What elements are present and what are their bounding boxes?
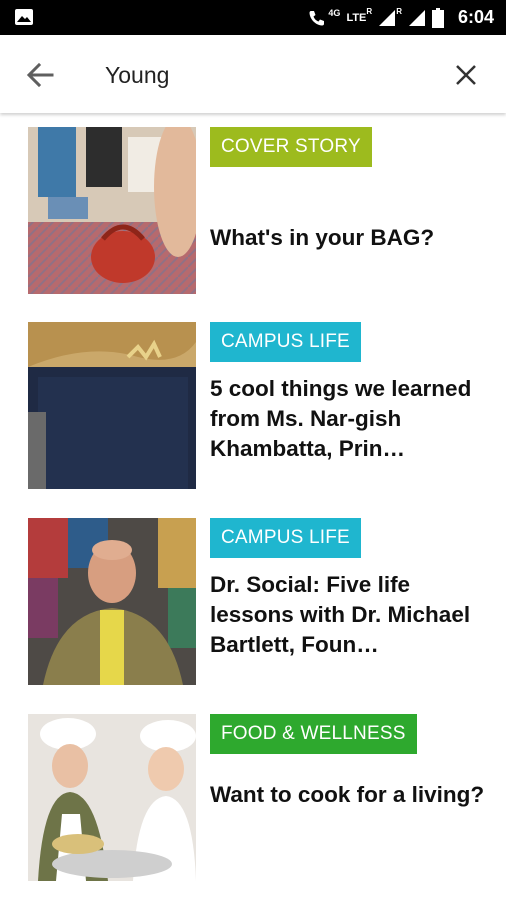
list-item[interactable]: FOOD & WELLNESS Want to cook for a livin… [0,700,506,890]
battery-icon [431,7,444,28]
category-badge: CAMPUS LIFE [210,518,361,558]
wifi-calling-icon [309,10,325,25]
search-input[interactable] [105,59,425,91]
category-badge: COVER STORY [210,127,372,167]
network-label: LTE [346,11,367,24]
search-bar [0,35,506,113]
article-title: Want to cook for a living? [210,782,485,807]
article-thumbnail [28,322,196,489]
article-title: What's in your BAG? [210,225,435,250]
article-thumbnail [28,714,196,881]
list-item[interactable]: COVER STORY What's in your BAG? [0,113,506,303]
status-bar: 4G LTE R R 6:04 [0,0,506,35]
article-title: 5 cool things we learned from Ms. Nar-gi… [210,376,472,461]
list-item[interactable]: CAMPUS LIFE Dr. Social: Five life lesson… [0,504,506,694]
close-icon[interactable] [452,61,480,89]
status-icons: 4G LTE R R 6:04 [308,0,494,35]
roaming-label-2: R [396,7,402,16]
image-notification-icon [15,9,33,25]
network-sub-label: 4G [328,7,341,18]
signal-icon [379,9,396,26]
arrow-back-icon[interactable] [24,59,56,91]
list-item[interactable]: CAMPUS LIFE 5 cool things we learned fro… [0,308,506,498]
article-thumbnail [28,518,196,685]
signal-icon [408,9,425,26]
category-badge: FOOD & WELLNESS [210,714,417,754]
article-title: Dr. Social: Five life lessons with Dr. M… [210,572,471,657]
roaming-label: R [366,7,373,16]
article-thumbnail [28,127,196,294]
status-time: 6:04 [457,7,494,27]
category-badge: CAMPUS LIFE [210,322,361,362]
